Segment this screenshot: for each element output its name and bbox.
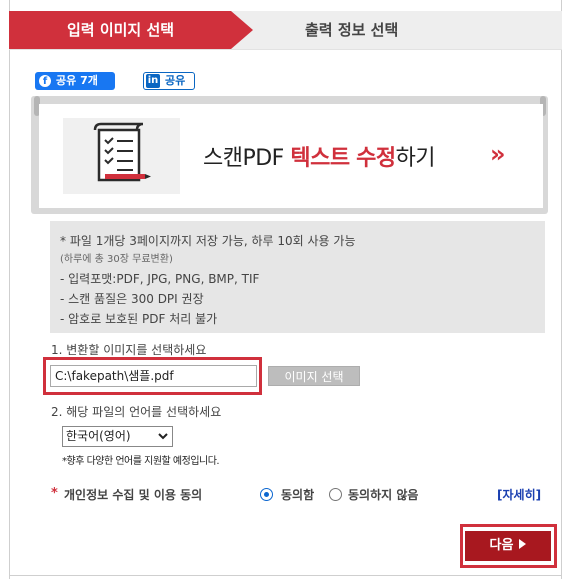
privacy-detail-link[interactable]: [자세히] [497,486,541,503]
info-line: - 스캔 품질은 300 DPI 권장 [60,292,204,306]
privacy-consent-label: 개인정보 수집 및 이용 동의 [64,488,203,502]
language-select[interactable]: 한국어(영어) [62,426,173,447]
disagree-radio[interactable] [329,488,342,501]
required-marker: * [51,486,58,501]
agree-radio[interactable] [260,488,273,501]
linkedin-share-label: 공유 [165,74,186,87]
linkedin-share-button[interactable]: in 공유 [143,72,195,90]
bottom-border [9,575,562,576]
chevron-down-icon [158,427,168,453]
banner-title: 스캔PDF 텍스트 수정하기 [203,140,436,172]
facebook-icon: f [39,75,51,87]
step-1-active: 입력 이미지 선택 [9,11,231,49]
select-image-label: 1. 변환할 이미지를 선택하세요 [51,343,207,357]
info-box: * 파일 1개당 3페이지까지 저장 가능, 하루 10회 사용 가능 (하루에… [50,221,545,333]
select-language-label: 2. 해당 파일의 언어를 선택하세요 [51,405,222,419]
banner-text-highlight-1: 텍스트 [290,146,350,171]
divider [9,49,562,50]
info-line: - 암호로 보호된 PDF 처리 불가 [60,312,218,326]
next-button[interactable]: 다음 [465,531,551,561]
info-line: * 파일 1개당 3페이지까지 저장 가능, 하루 10회 사용 가능 [60,234,356,248]
disagree-label[interactable]: 동의하지 않음 [348,486,418,503]
select-image-button[interactable]: 이미지 선택 [268,366,360,386]
banner-text-highlight-2: 수정 [356,146,396,171]
facebook-share-button[interactable]: f 공유 7개 [35,72,115,90]
document-edit-icon [63,118,180,194]
info-line: (하루에 총 30장 무료변환) [60,254,173,265]
play-arrow-icon [519,539,527,549]
step-2: 출력 정보 선택 [305,21,399,39]
banner-text-suffix: 하기 [395,146,436,171]
step-arrow [231,11,253,49]
linkedin-icon: in [146,74,160,88]
next-button-label: 다음 [489,538,514,553]
file-path-input[interactable]: C:\fakepath\샘플.pdf [50,365,257,387]
agree-label[interactable]: 동의함 [281,486,314,503]
language-note: *향후 다양한 언어를 지원할 예정입니다. [62,456,220,467]
banner-text-prefix: 스캔PDF [203,146,291,171]
info-line: - 입력포맷:PDF, JPG, PNG, BMP, TIF [60,272,260,286]
language-select-value: 한국어(영어) [66,429,131,443]
double-chevron-right-icon[interactable]: » [490,140,506,168]
step-indicator: 입력 이미지 선택 출력 정보 선택 [9,11,562,49]
facebook-share-label: 공유 7개 [56,74,98,87]
